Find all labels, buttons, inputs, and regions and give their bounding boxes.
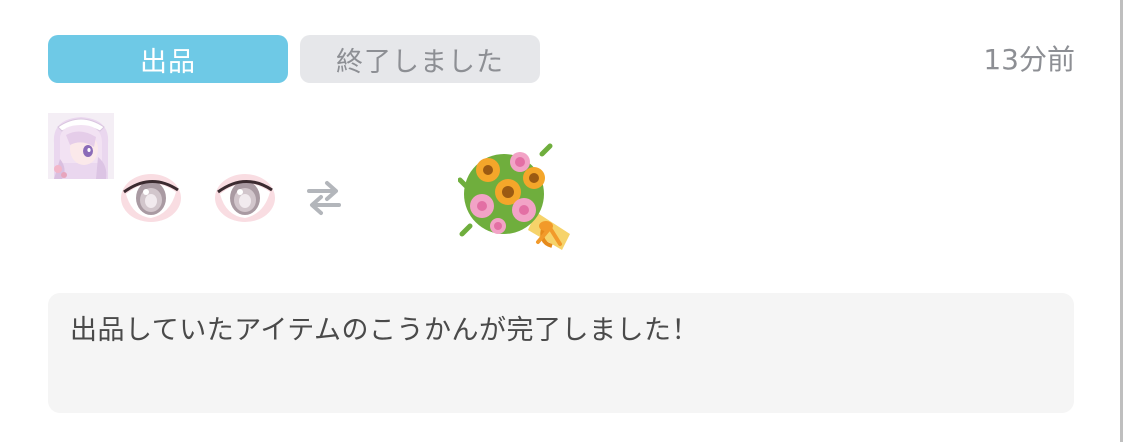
avatar[interactable] [48,113,114,179]
status-badge-listing: 出品 [48,35,288,83]
message-text: 出品していたアイテムのこうかんが完了しました！ [70,315,699,346]
eye-item-icon[interactable] [212,170,278,226]
status-badge-ended: 終了しました [300,35,540,83]
swap-arrows-icon [307,181,341,215]
eye-item-icon[interactable] [118,170,184,226]
timestamp: 13分前 [983,43,1075,76]
message-box: 出品していたアイテムのこうかんが完了しました！ [48,293,1074,413]
flower-bouquet-icon[interactable] [458,134,580,258]
